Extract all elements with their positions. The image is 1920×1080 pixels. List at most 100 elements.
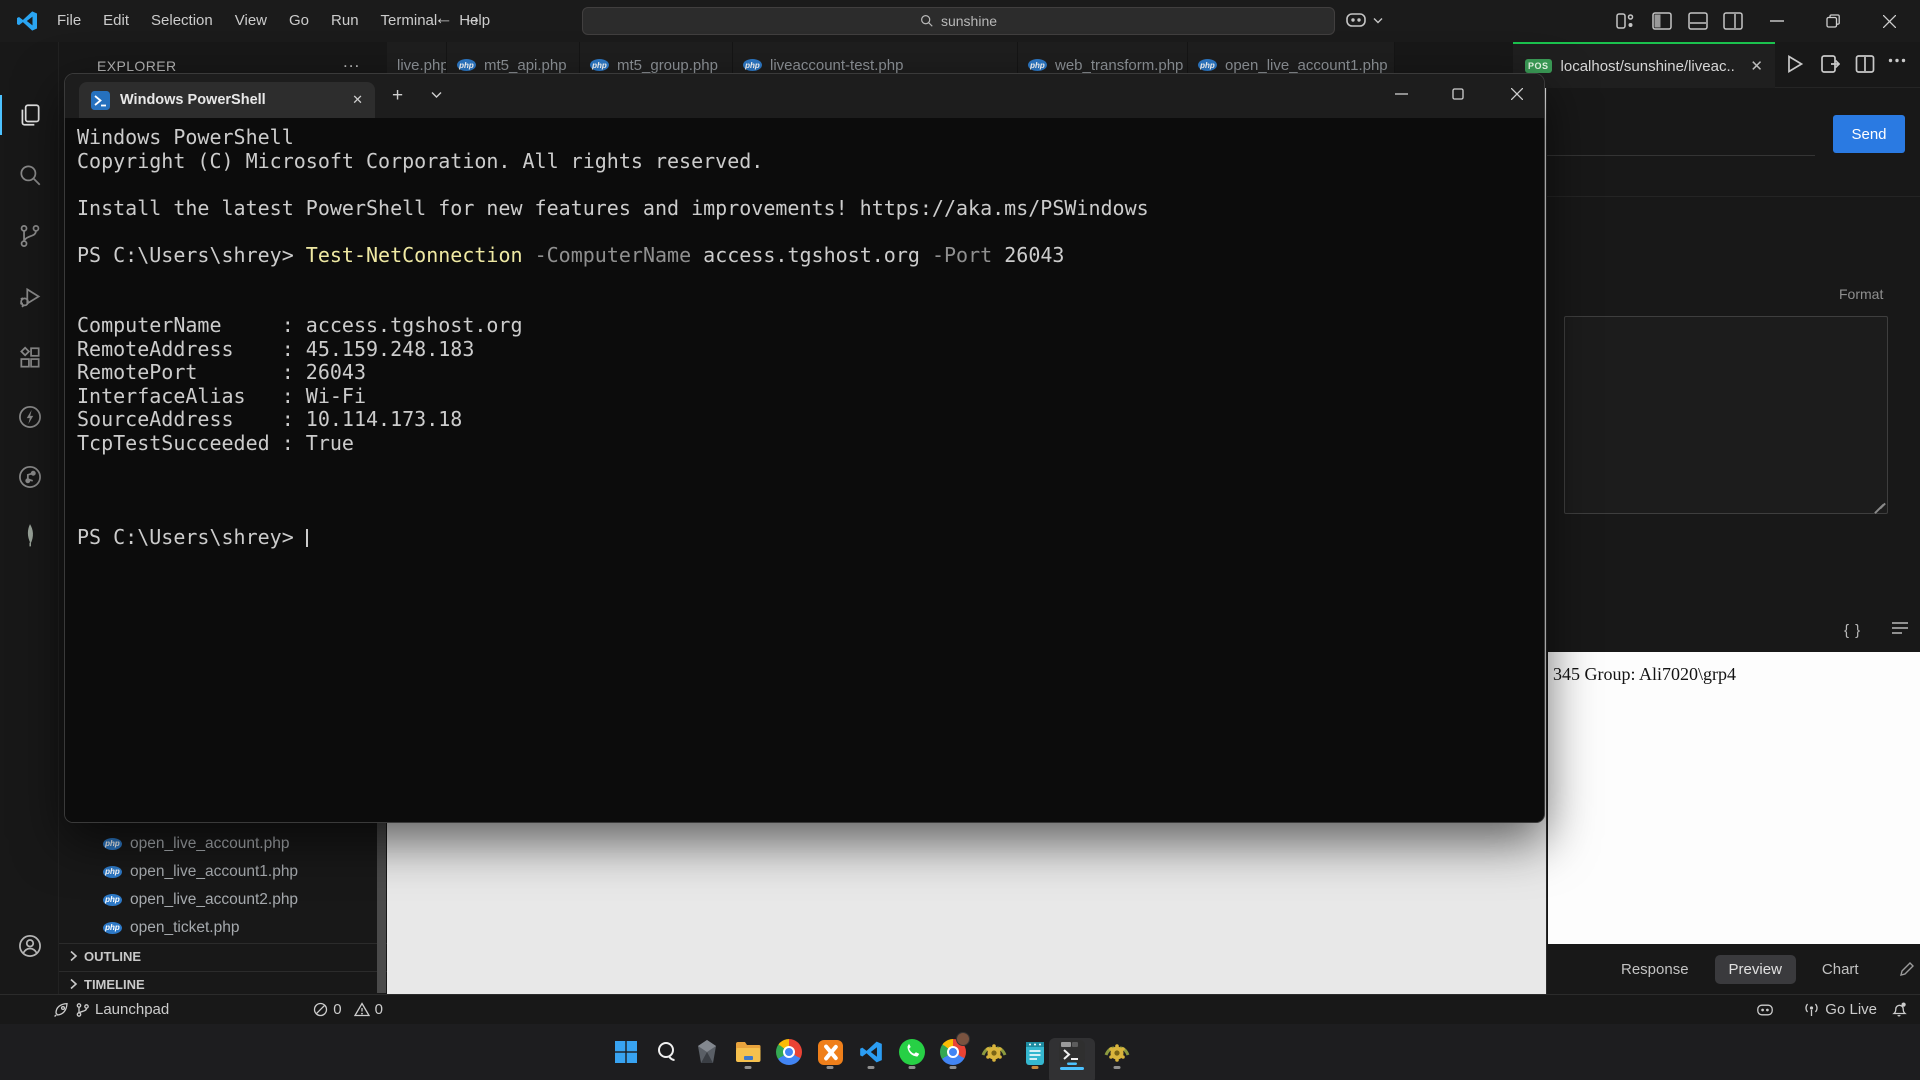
start-button[interactable]	[607, 1033, 645, 1071]
terminal-maximize-button[interactable]	[1435, 74, 1481, 114]
terminal-output[interactable]: Windows PowerShell Copyright (C) Microso…	[65, 118, 1544, 822]
accounts-icon[interactable]	[17, 933, 43, 959]
window-restore-button[interactable]	[1810, 0, 1856, 42]
tab-label: web_transform.php	[1055, 57, 1183, 74]
php-file-icon: php	[103, 866, 122, 878]
menu-edit[interactable]: Edit	[92, 0, 140, 42]
tab-label: liveaccount-test.php	[770, 57, 903, 74]
xampp-icon[interactable]	[811, 1033, 849, 1071]
terminal-minimize-button[interactable]	[1378, 74, 1424, 114]
thunder-client-icon[interactable]	[17, 404, 43, 430]
source-control-icon[interactable]	[17, 223, 43, 249]
nav-back-icon[interactable]: ←	[434, 8, 453, 30]
desktop: File Edit Selection View Go Run Terminal…	[0, 0, 1920, 1080]
terminal-tab[interactable]: Windows PowerShell ✕	[79, 82, 375, 118]
terminal-line: SourceAddress : 10.114.173.18	[77, 408, 1544, 432]
file-open-live-account2-php[interactable]: php open_live_account2.php	[59, 886, 377, 913]
split-editor-icon[interactable]	[1855, 54, 1875, 74]
window-close-button[interactable]	[1866, 0, 1912, 42]
obsidian-app-icon[interactable]	[688, 1033, 726, 1071]
file-open-live-account1-php[interactable]: php open_live_account1.php	[59, 858, 377, 885]
format-json-icon[interactable]: { }	[1844, 622, 1861, 639]
launchpad-status[interactable]: Launchpad	[46, 995, 176, 1025]
outline-section[interactable]: OUTLINE	[59, 943, 387, 968]
menu-go[interactable]: Go	[278, 0, 320, 42]
explorer-icon[interactable]	[17, 102, 43, 128]
activity-bar	[0, 42, 59, 994]
file-explorer-icon[interactable]	[729, 1033, 767, 1071]
menu-view[interactable]: View	[224, 0, 278, 42]
terminal-line: ComputerName : access.tgshost.org	[77, 314, 1544, 338]
search-icon	[920, 14, 934, 28]
url-input[interactable]	[1547, 155, 1815, 156]
send-button[interactable]: Send	[1833, 115, 1905, 153]
search-sidebar-icon[interactable]	[17, 162, 43, 188]
terminal-line: Copyright (C) Microsoft Corporation. All…	[77, 150, 1544, 174]
toggle-sidebar-icon[interactable]	[1652, 12, 1672, 30]
menu-selection[interactable]: Selection	[140, 0, 224, 42]
open-in-editor-icon[interactable]	[1820, 54, 1840, 74]
run-debug-icon[interactable]	[17, 284, 43, 310]
scrollbar[interactable]	[377, 823, 386, 993]
toggle-panel-icon[interactable]	[1688, 12, 1708, 30]
vscode-taskbar-icon[interactable]	[852, 1033, 890, 1071]
request-body-textarea[interactable]	[1564, 316, 1888, 514]
go-live-label: Go Live	[1825, 1001, 1877, 1018]
explorer-more-icon[interactable]: ...	[343, 52, 360, 72]
gear-wings-app-icon[interactable]	[975, 1033, 1013, 1071]
terminal-tab-title: Windows PowerShell	[120, 92, 266, 108]
toggle-secondary-sidebar-icon[interactable]	[1723, 12, 1743, 30]
graph-extension-icon[interactable]	[17, 464, 43, 490]
menu-file[interactable]: File	[46, 0, 92, 42]
close-icon[interactable]: ✕	[1750, 57, 1763, 75]
chrome-icon[interactable]	[770, 1033, 808, 1071]
divider	[1547, 196, 1920, 197]
file-label: open_live_account.php	[130, 835, 289, 853]
powershell-window[interactable]: Windows PowerShell ✕ + Windows PowerShel…	[64, 73, 1545, 823]
search-text: sunshine	[941, 13, 997, 29]
whatsapp-icon[interactable]	[893, 1033, 931, 1071]
resize-grip-icon[interactable]	[1879, 502, 1885, 508]
close-icon[interactable]: ✕	[352, 92, 363, 108]
active-indicator	[0, 95, 2, 135]
taskbar-search-icon[interactable]	[648, 1033, 686, 1071]
terminal-line: InterfaceAlias : Wi-Fi	[77, 385, 1544, 409]
nav-forward-icon[interactable]: →	[463, 8, 482, 30]
tab-rest-request[interactable]: POS localhost/sunshine/liveac.. ✕	[1513, 42, 1775, 88]
copilot-status[interactable]	[1748, 995, 1782, 1025]
search-input[interactable]: sunshine	[582, 7, 1335, 35]
extensions-icon[interactable]	[17, 345, 43, 371]
mongodb-icon[interactable]	[17, 522, 43, 548]
tab-preview[interactable]: Preview	[1715, 955, 1796, 984]
terminal-taskbar-icon[interactable]	[1053, 1033, 1091, 1071]
chrome-profile-icon[interactable]	[934, 1033, 972, 1071]
menu-run[interactable]: Run	[320, 0, 370, 42]
edit-pen-icon[interactable]	[1899, 962, 1914, 977]
file-open-ticket-php[interactable]: php open_ticket.php	[59, 914, 377, 941]
run-request-icon[interactable]	[1786, 54, 1804, 74]
tab-dropdown-icon[interactable]	[431, 91, 442, 99]
customize-layout-icon[interactable]	[1616, 12, 1636, 30]
tab-label: mt5_group.php	[617, 57, 718, 74]
gear-wings-app2-icon[interactable]	[1098, 1033, 1136, 1071]
terminal-titlebar[interactable]: Windows PowerShell ✕ +	[65, 74, 1544, 118]
copilot-button[interactable]	[1345, 10, 1383, 30]
problems-status[interactable]: 0 0	[306, 995, 390, 1025]
more-actions-icon[interactable]	[1888, 58, 1906, 63]
file-open-live-account-php[interactable]: php open_live_account.php	[59, 830, 377, 857]
menu-lines-icon[interactable]	[1892, 622, 1908, 634]
window-minimize-button[interactable]	[1754, 0, 1800, 42]
chevron-right-icon	[69, 950, 78, 962]
new-tab-icon[interactable]: +	[392, 85, 403, 107]
go-live-button[interactable]: Go Live	[1796, 995, 1884, 1025]
tab-chart[interactable]: Chart	[1822, 961, 1859, 978]
timeline-section[interactable]: TIMELINE	[59, 971, 387, 996]
tab-response[interactable]: Response	[1621, 961, 1689, 978]
format-label[interactable]: Format	[1839, 286, 1883, 302]
php-file-icon: php	[1198, 59, 1217, 71]
terminal-close-button[interactable]	[1494, 74, 1540, 114]
tab-label: localhost/sunshine/liveac..	[1561, 58, 1735, 75]
notifications-bell-icon[interactable]	[1884, 995, 1914, 1025]
rocket-icon	[53, 1001, 70, 1018]
php-file-icon: php	[590, 59, 609, 71]
